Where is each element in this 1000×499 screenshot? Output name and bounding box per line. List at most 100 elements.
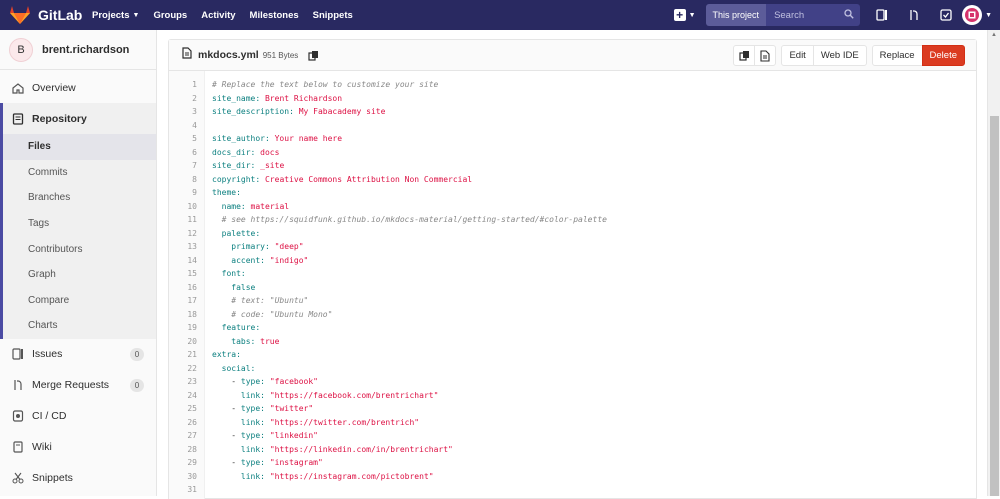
sidebar-item-label: Merge Requests (32, 379, 110, 392)
line-number[interactable]: 10 (169, 200, 197, 214)
file-header: mkdocs.yml 951 Bytes Edit Web IDE Replac… (169, 40, 976, 71)
code-line: - type: "instagram" (212, 458, 323, 467)
scrollbar[interactable]: ▲ (987, 30, 1000, 496)
code-lines: # Replace the text below to customize yo… (205, 71, 607, 499)
chevron-down-icon[interactable]: ▼ (985, 12, 992, 19)
code-line: site_description: My Fabacademy site (212, 107, 386, 116)
sidebar-item-compare[interactable]: Compare (3, 288, 156, 314)
search-scope[interactable]: This project (705, 4, 767, 26)
line-number[interactable]: 28 (169, 443, 197, 457)
line-number[interactable]: 8 (169, 173, 197, 187)
file-size: 951 Bytes (262, 50, 299, 60)
sidebar-item-contributors[interactable]: Contributors (3, 236, 156, 262)
sidebar-item-wiki[interactable]: Wiki (0, 432, 156, 463)
line-number[interactable]: 12 (169, 227, 197, 241)
sidebar-item-files[interactable]: Files (3, 134, 156, 160)
line-number[interactable]: 24 (169, 389, 197, 403)
code-line: social: (221, 363, 256, 373)
line-number[interactable]: 25 (169, 402, 197, 416)
search-input[interactable]: Search (766, 4, 861, 26)
code-line: feature: (221, 323, 261, 332)
line-number[interactable]: 7 (169, 159, 197, 173)
sidebar-item-overview[interactable]: Overview (0, 72, 156, 103)
line-number[interactable]: 9 (169, 186, 197, 200)
copy-icon[interactable] (308, 50, 319, 61)
edit-button[interactable]: Edit (781, 45, 814, 66)
code-line: tabs: true (231, 336, 280, 346)
sidebar-item-snippets[interactable]: Snippets (0, 463, 156, 494)
sidebar-item-label: Snippets (32, 472, 73, 485)
search-placeholder: Search (774, 9, 805, 21)
file-title: mkdocs.yml 951 Bytes (169, 46, 319, 64)
line-number[interactable]: 2 (169, 92, 197, 106)
modify-buttons: Replace Delete (871, 45, 965, 66)
sidebar-item-charts[interactable]: Charts (3, 313, 156, 339)
copy-icon (739, 51, 749, 61)
sidebar-item-tags[interactable]: Tags (3, 211, 156, 237)
new-dropdown[interactable]: + ▼ (673, 9, 696, 21)
line-number[interactable]: 5 (169, 132, 197, 146)
nav-right: + ▼ This project Search ▼ (673, 0, 1000, 30)
nav-activity[interactable]: Activity (201, 10, 235, 21)
line-number[interactable]: 26 (169, 416, 197, 430)
file-icon (182, 46, 192, 64)
open-raw-button[interactable] (754, 45, 777, 66)
code-line: # code: "Ubuntu Mono" (212, 309, 333, 319)
sidebar-item-commits[interactable]: Commits (3, 160, 156, 186)
code-line: primary: "deep" (231, 242, 304, 251)
project-header[interactable]: B brent.richardson (0, 30, 156, 70)
line-number[interactable]: 15 (169, 267, 197, 281)
copy-source-button[interactable] (733, 45, 756, 66)
merge-requests-count-badge: 0 (130, 378, 144, 392)
sidebar-item-label: Issues (32, 348, 63, 361)
line-number[interactable]: 4 (169, 119, 197, 133)
line-number[interactable]: 29 (169, 456, 197, 470)
nav-groups[interactable]: Groups (153, 10, 187, 21)
sidebar-item-merge-requests[interactable]: Merge Requests 0 (0, 370, 156, 401)
code-line: # text: "Ubuntu" (212, 296, 309, 305)
line-number[interactable]: 13 (169, 240, 197, 254)
delete-button[interactable]: Delete (921, 45, 965, 66)
code-line: extra: (212, 350, 241, 359)
line-number[interactable]: 16 (169, 281, 197, 295)
line-number[interactable]: 20 (169, 335, 197, 349)
line-number[interactable]: 17 (169, 294, 197, 308)
line-number[interactable]: 6 (169, 146, 197, 160)
snippets-icon (12, 472, 24, 484)
sidebar-item-repository[interactable]: Repository (0, 103, 156, 134)
replace-button[interactable]: Replace (871, 45, 923, 66)
brand[interactable]: GitLab (0, 5, 84, 25)
nav-milestones[interactable]: Milestones (250, 10, 299, 21)
line-number[interactable]: 18 (169, 308, 197, 322)
line-number[interactable]: 19 (169, 321, 197, 335)
sidebar-item-branches[interactable]: Branches (3, 185, 156, 211)
merge-request-icon[interactable] (898, 0, 930, 30)
line-number[interactable]: 23 (169, 375, 197, 389)
file-holder: mkdocs.yml 951 Bytes Edit Web IDE Replac… (168, 39, 977, 499)
issues-icon[interactable] (866, 0, 898, 30)
line-number[interactable]: 27 (169, 429, 197, 443)
code-viewer[interactable]: 1 2 3 4 5 6 7 8 9 10 11 12 13 14 15 16 17 18 19 20 21 22 23 24 2… (169, 71, 976, 499)
edit-buttons: Edit Web IDE (781, 45, 867, 66)
user-avatar-icon[interactable] (962, 5, 983, 25)
sidebar-item-graph[interactable]: Graph (3, 262, 156, 288)
web-ide-button[interactable]: Web IDE (812, 45, 867, 66)
line-number[interactable]: 22 (169, 362, 197, 376)
scroll-up-icon[interactable]: ▲ (991, 32, 997, 38)
sidebar-item-issues[interactable]: Issues 0 (0, 339, 156, 370)
nav-projects[interactable]: Projects ▼ (92, 10, 139, 21)
line-number[interactable]: 30 (169, 470, 197, 484)
nav-snippets[interactable]: Snippets (313, 10, 353, 21)
line-number[interactable]: 14 (169, 254, 197, 268)
line-number[interactable]: 31 (169, 483, 197, 497)
sidebar-item-cicd[interactable]: CI / CD (0, 401, 156, 432)
todo-icon[interactable] (930, 0, 962, 30)
line-number[interactable]: 11 (169, 213, 197, 227)
line-number[interactable]: 21 (169, 348, 197, 362)
line-number[interactable]: 3 (169, 105, 197, 119)
code-line: link: "https://twitter.com/brentrich" (240, 417, 420, 427)
code-line: - type: "facebook" (212, 377, 318, 386)
line-number[interactable]: 1 (169, 78, 197, 92)
scrollbar-thumb[interactable] (990, 116, 999, 496)
line-numbers: 1 2 3 4 5 6 7 8 9 10 11 12 13 14 15 16 17 18 19 20 21 22 23 24 2… (169, 71, 205, 499)
